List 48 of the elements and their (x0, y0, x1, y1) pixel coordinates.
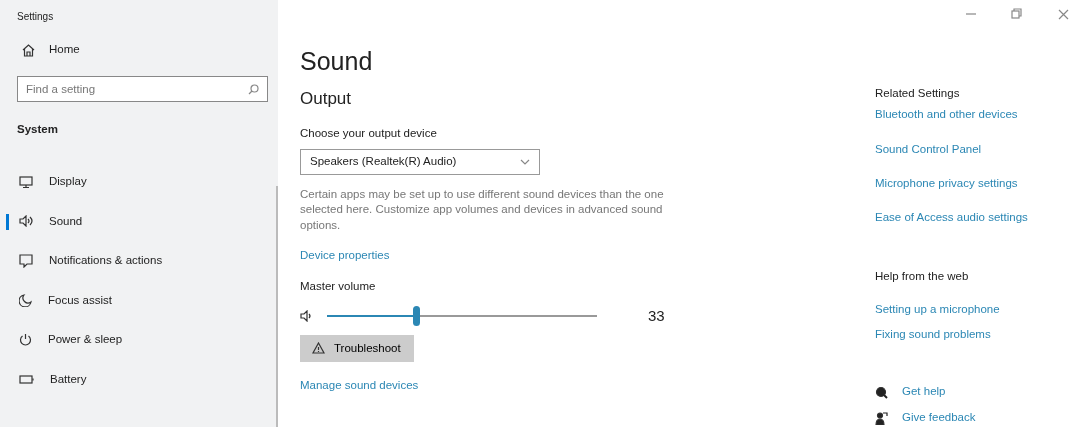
feedback-icon (875, 411, 888, 425)
moon-icon (19, 293, 32, 307)
speaker-icon (19, 215, 33, 228)
related-link[interactable]: Bluetooth and other devices (875, 106, 1086, 124)
home-nav-item[interactable]: Home (0, 32, 278, 68)
warning-icon (312, 342, 325, 355)
search-icon (248, 84, 259, 95)
volume-slider[interactable] (324, 305, 600, 326)
related-link[interactable]: Sound Control Panel (875, 140, 1086, 158)
close-icon[interactable] (1057, 8, 1069, 20)
battery-icon (19, 374, 34, 384)
device-dropdown[interactable]: Speakers (Realtek(R) Audio) (300, 148, 540, 175)
home-icon (22, 43, 35, 57)
volume-value: 33 (648, 305, 665, 326)
speaker-icon (300, 309, 314, 322)
display-icon (19, 175, 33, 188)
message-icon (19, 253, 33, 268)
help-link[interactable]: Setting up a microphone (875, 300, 1086, 318)
section-heading: Output (300, 88, 353, 110)
page-title: Sound (300, 46, 374, 76)
related-link[interactable]: Ease of Access audio settings (875, 209, 1086, 227)
sidebar-item[interactable]: Notifications & actions (0, 241, 278, 281)
chat-help-icon (875, 385, 888, 399)
window-title: Settings (16, 10, 54, 24)
feedback-link[interactable]: Give feedback (902, 409, 976, 427)
restore-icon[interactable] (1011, 8, 1023, 20)
help-link[interactable]: Fixing sound problems (875, 325, 1086, 343)
sidebar-item[interactable]: Focus assist (0, 280, 278, 320)
sidebar-item[interactable]: Power & sleep (0, 320, 278, 360)
field-label: Choose your output device (300, 125, 438, 141)
section-heading: Related Settings (875, 86, 961, 101)
section-heading: Help from the web (875, 269, 970, 285)
section-heading: System (16, 122, 59, 137)
troubleshoot-button[interactable]: Troubleshoot (300, 334, 414, 362)
manage-devices-link[interactable]: Manage sound devices (300, 376, 419, 395)
chevron-down-icon (520, 158, 530, 165)
scrollbar[interactable] (276, 186, 278, 427)
description-text: Certain apps may be set up to use different sound devices than the one selected here. Customize app volumes and devices in advanced sound options. (300, 186, 665, 233)
search-field[interactable]: Find a setting (17, 76, 268, 102)
device-properties-link[interactable]: Device properties (300, 247, 390, 265)
slider-thumb[interactable] (412, 305, 420, 326)
sidebar-item[interactable]: Display (0, 162, 278, 202)
sidebar-item[interactable]: Sound (0, 201, 278, 241)
related-link[interactable]: Microphone privacy settings (875, 174, 1086, 192)
power-icon (19, 333, 32, 347)
sidebar-item[interactable]: Battery (0, 359, 278, 399)
help-link[interactable]: Get help (902, 383, 946, 401)
field-label: Master volume (300, 278, 377, 294)
